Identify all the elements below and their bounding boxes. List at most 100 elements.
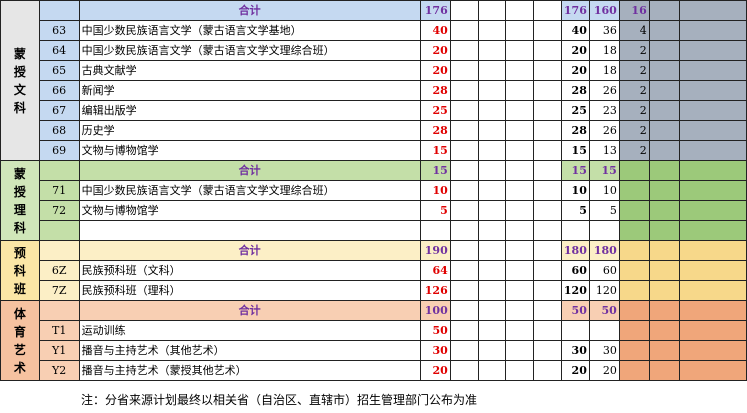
- empty-cell: [449, 260, 479, 281]
- empty-cell: [449, 360, 479, 381]
- total-sub-b: [618, 240, 650, 261]
- empty-cell: [477, 300, 507, 321]
- filler-cell: [648, 280, 680, 301]
- empty-cell: [505, 100, 535, 121]
- province-count: 20: [560, 60, 590, 81]
- sub-count-a: 36: [588, 20, 620, 41]
- major-name: 新闻学: [78, 80, 421, 101]
- major-row: 72 文物与博物馆学 5 5 5: [1, 200, 747, 221]
- empty-cell: [449, 220, 479, 241]
- empty-cell: [449, 120, 479, 141]
- sub-count-b: 2: [618, 100, 650, 121]
- sub-count-b: [618, 220, 650, 241]
- sub-count-a: 60: [588, 260, 620, 281]
- empty-cell: [449, 200, 479, 221]
- major-row: 65 古典文献学 20 20 18 2: [1, 60, 747, 81]
- empty-cell: [477, 200, 507, 221]
- filler-cell: [648, 340, 680, 361]
- empty-cell: [449, 0, 479, 21]
- empty-cell: [477, 100, 507, 121]
- filler-cell: [678, 340, 747, 361]
- group-label-char: 科: [13, 100, 26, 115]
- province-count: 5: [560, 200, 590, 221]
- filler-cell: [648, 300, 680, 321]
- major-code: 67: [38, 100, 80, 121]
- code-cell: [38, 300, 80, 321]
- filler-cell: [648, 320, 680, 341]
- major-row: 71 中国少数民族语言文学（蒙古语言文学文理综合班） 10 10 10: [1, 180, 747, 201]
- major-name: 古典文献学: [78, 60, 421, 81]
- filler-cell: [678, 140, 747, 161]
- major-name: 中国少数民族语言文学（蒙古语言文学文理综合班）: [78, 40, 421, 61]
- sub-count-a: 5: [588, 200, 620, 221]
- footnote: 注：分省来源计划最终以相关省（自治区、直辖市）招生管理部门公布为准: [81, 393, 478, 407]
- empty-cell: [505, 160, 535, 181]
- empty-cell: [533, 100, 562, 121]
- empty-cell: [533, 340, 562, 361]
- filler-cell: [648, 80, 680, 101]
- plan-count: 25: [419, 100, 451, 121]
- empty-cell: [505, 280, 535, 301]
- filler-cell: [678, 100, 747, 121]
- sub-count-b: [618, 280, 650, 301]
- empty-cell: [533, 80, 562, 101]
- province-count: 28: [560, 80, 590, 101]
- total-sub-b: [618, 300, 650, 321]
- plan-count: 28: [419, 120, 451, 141]
- plan-count: 5: [419, 200, 451, 221]
- major-row: 67 编辑出版学 25 25 23 2: [1, 100, 747, 121]
- empty-cell: [505, 300, 535, 321]
- major-name: 民族预科班（理科）: [78, 280, 421, 301]
- empty-cell: [449, 300, 479, 321]
- major-code: 7Z: [38, 280, 80, 301]
- empty-cell: [449, 60, 479, 81]
- sub-count-b: 2: [618, 60, 650, 81]
- filler-cell: [648, 120, 680, 141]
- major-code: Y1: [38, 340, 80, 361]
- total-label: 合计: [78, 0, 421, 21]
- sub-count-a: 10: [588, 180, 620, 201]
- total-sub-a: 160: [588, 0, 620, 21]
- empty-cell: [477, 60, 507, 81]
- major-name: 播音与主持艺术（蒙授其他艺术）: [78, 360, 421, 381]
- filler-cell: [678, 220, 747, 241]
- empty-cell: [477, 140, 507, 161]
- group-label-char: 蒙: [13, 46, 26, 61]
- empty-cell: [449, 280, 479, 301]
- major-code: 66: [38, 80, 80, 101]
- filler-cell: [678, 60, 747, 81]
- plan-count: 40: [419, 20, 451, 41]
- empty-cell: [477, 320, 507, 341]
- plan-count: 15: [419, 140, 451, 161]
- empty-cell: [505, 260, 535, 281]
- major-row: 7Z 民族预科班（理科） 126 120 120: [1, 280, 747, 301]
- code-cell: [38, 160, 80, 181]
- province-count: 20: [560, 40, 590, 61]
- sub-count-b: 2: [618, 120, 650, 141]
- province-count: 10: [560, 180, 590, 201]
- major-name: 民族预科班（文科）: [78, 260, 421, 281]
- group-total-row: 体育艺术合计 100 50 50: [0, 300, 747, 381]
- filler-cell: [648, 360, 680, 381]
- total-province: 15: [560, 160, 590, 181]
- major-code: 69: [38, 140, 80, 161]
- major-name: 文物与博物馆学: [78, 200, 421, 221]
- sub-count-b: 2: [618, 80, 650, 101]
- filler-cell: [678, 80, 747, 101]
- empty-cell: [449, 240, 479, 261]
- filler-cell: [678, 0, 747, 21]
- plan-count: 30: [419, 340, 451, 361]
- empty-cell: [477, 280, 507, 301]
- filler-cell: [648, 40, 680, 61]
- filler-cell: [678, 320, 747, 341]
- major-row: 6Z 民族预科班（文科） 64 60 60: [1, 260, 747, 281]
- empty-cell: [533, 180, 562, 201]
- code-cell: [38, 240, 80, 261]
- sub-count-a: 30: [588, 340, 620, 361]
- empty-cell: [449, 100, 479, 121]
- filler-cell: [648, 60, 680, 81]
- empty-cell: [533, 160, 562, 181]
- major-code: 63: [38, 20, 80, 41]
- group-label-char: 文: [13, 82, 26, 97]
- plan-count: 20: [419, 40, 451, 61]
